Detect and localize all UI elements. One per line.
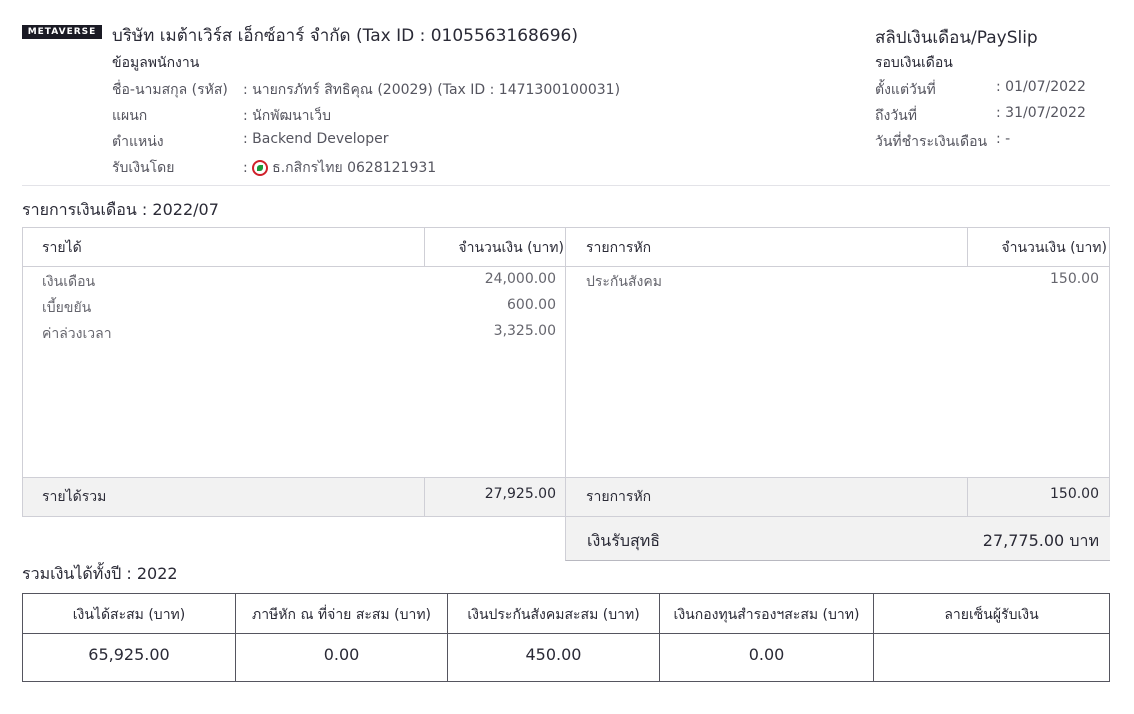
- salary-table: รายได้ จำนวนเงิน (บาท) รายการหัก จำนวนเง…: [22, 227, 1110, 517]
- income-item-amount: 24,000.00: [484, 271, 556, 287]
- period-from-value: : 01/07/2022: [996, 79, 1086, 95]
- income-item-amount: 600.00: [507, 297, 556, 313]
- income-total-value: 27,925.00: [484, 486, 556, 502]
- employee-name-label: ชื่อ-นามสกุล (รหัส): [112, 82, 228, 98]
- yearly-header: เงินประกันสังคมสะสม (บาท): [467, 607, 640, 623]
- pay-by-value: : ธ.กสิกรไทย 0628121931: [243, 157, 436, 179]
- yearly-header: ลายเซ็นผู้รับเงิน: [944, 607, 1039, 623]
- income-item-label: ค่าล่วงเวลา: [42, 326, 112, 342]
- yearly-value: 0.00: [323, 645, 360, 664]
- pay-by-label: รับเงินโดย: [112, 160, 175, 176]
- net-pay-value: 27,775.00 บาท: [982, 531, 1099, 550]
- pay-by-prefix: :: [243, 160, 248, 176]
- divider: [22, 185, 1110, 186]
- yearly-header: เงินได้สะสม (บาท): [72, 607, 186, 623]
- position-label: ตำแหน่ง: [112, 134, 164, 150]
- position-value: : Backend Developer: [243, 131, 389, 147]
- bank-account: ธ.กสิกรไทย 0628121931: [272, 160, 437, 176]
- income-header: รายได้: [42, 240, 82, 256]
- employee-section-title: ข้อมูลพนักงาน: [112, 55, 200, 71]
- period-section-title: รอบเงินเดือน: [875, 55, 953, 71]
- net-pay-label: เงินรับสุทธิ: [587, 531, 661, 550]
- yearly-value: 0.00: [748, 645, 785, 664]
- income-total-label: รายได้รวม: [42, 489, 107, 505]
- deduct-item-label: ประกันสังคม: [586, 274, 662, 290]
- deduct-header: รายการหัก: [586, 240, 652, 256]
- salary-month-title: รายการเงินเดือน : 2022/07: [22, 200, 219, 219]
- yearly-table: เงินได้สะสม (บาท) ภาษีหัก ณ ที่จ่าย สะสม…: [22, 593, 1110, 682]
- yearly-value: 65,925.00: [88, 645, 170, 664]
- income-amount-header: จำนวนเงิน (บาท): [458, 240, 564, 256]
- deduct-total-value: 150.00: [1050, 486, 1099, 502]
- income-item-label: เงินเดือน: [42, 274, 96, 290]
- deduct-item-amount: 150.00: [1050, 271, 1099, 287]
- income-item-label: เบี้ยขยัน: [42, 300, 92, 316]
- deduct-total-label: รายการหัก: [586, 489, 652, 505]
- yearly-header: ภาษีหัก ณ ที่จ่าย สะสม (บาท): [251, 607, 432, 623]
- period-to-label: ถึงวันที่: [875, 108, 917, 124]
- income-item-amount: 3,325.00: [493, 323, 556, 339]
- payslip-title: สลิปเงินเดือน/PaySlip: [875, 28, 1038, 48]
- bank-icon: [252, 160, 269, 176]
- company-name: บริษัท เมต้าเวิร์ส เอ็กซ์อาร์ จำกัด (Tax…: [112, 26, 578, 46]
- paid-date-label: วันที่ชำระเงินเดือน: [875, 134, 988, 150]
- employee-name-value: : นายกรภัทร์ สิทธิคุณ (20029) (Tax ID : …: [243, 82, 621, 98]
- paid-date-value: : -: [996, 131, 1011, 147]
- period-from-label: ตั้งแต่วันที่: [875, 82, 936, 98]
- period-to-value: : 31/07/2022: [996, 105, 1086, 121]
- yearly-title: รวมเงินได้ทั้งปี : 2022: [22, 564, 178, 583]
- department-value: : นักพัฒนาเว็บ: [243, 108, 332, 124]
- company-logo: METAVERSE: [22, 25, 102, 39]
- net-pay-box: เงินรับสุทธิ 27,775.00 บาท: [565, 517, 1110, 561]
- yearly-value: 450.00: [525, 645, 582, 664]
- department-label: แผนก: [112, 108, 148, 124]
- yearly-header: เงินกองทุนสำรองฯสะสม (บาท): [673, 607, 860, 623]
- deduct-amount-header: จำนวนเงิน (บาท): [1001, 240, 1107, 256]
